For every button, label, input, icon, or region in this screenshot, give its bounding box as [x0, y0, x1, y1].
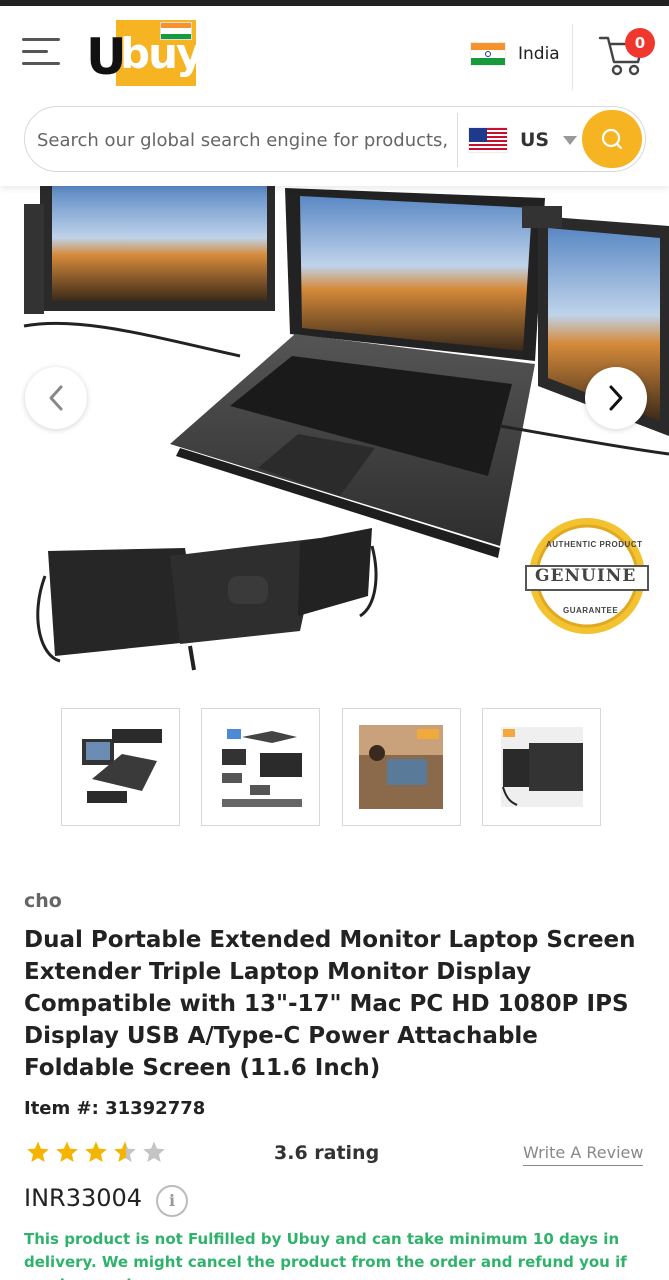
write-review-link[interactable]: Write A Review — [523, 1143, 644, 1166]
thumbnail-strip — [61, 708, 621, 826]
us-flag-icon — [468, 127, 508, 153]
thumbnail-3[interactable] — [342, 708, 461, 826]
product-brand[interactable]: cho — [24, 890, 62, 912]
product-image-carousel[interactable]: AUTHENTIC PRODUCT GENUINE GUARANTEE — [0, 186, 669, 686]
india-flag-icon — [470, 42, 506, 66]
item-number: Item #: 31392778 — [24, 1098, 206, 1119]
ubuy-logo[interactable]: U buy — [86, 20, 203, 88]
country-name: India — [518, 44, 560, 64]
thumbnail-4[interactable] — [482, 708, 601, 826]
rating-text: 3.6 rating — [274, 1142, 380, 1164]
india-flag-icon — [160, 22, 192, 40]
thumbnail-2[interactable] — [201, 708, 320, 826]
chevron-left-icon — [49, 385, 63, 411]
badge-main-text: GENUINE — [535, 566, 637, 586]
search-input[interactable] — [37, 121, 452, 159]
thumbnail-1[interactable] — [61, 708, 180, 826]
star-empty-icon — [143, 1141, 165, 1162]
country-selector[interactable]: India — [470, 40, 560, 68]
chevron-right-icon — [609, 385, 623, 411]
carousel-prev-button[interactable] — [25, 367, 87, 429]
star-rating — [26, 1140, 171, 1164]
cart-count-badge: 0 — [625, 28, 655, 58]
info-icon[interactable]: i — [156, 1185, 188, 1217]
store-label: US — [520, 129, 550, 151]
header-divider — [572, 24, 573, 90]
badge-top-text: AUTHENTIC PRODUCT — [546, 540, 643, 549]
star-full-icon — [56, 1141, 78, 1162]
site-header: U buy India 0 US — [0, 6, 669, 186]
product-title: Dual Portable Extended Monitor Laptop Sc… — [24, 927, 636, 1081]
caret-down-icon — [563, 135, 578, 145]
store-selector[interactable]: US — [468, 121, 583, 159]
badge-bottom-text: GUARANTEE — [563, 606, 619, 615]
star-half-icon — [114, 1141, 136, 1162]
search-button[interactable] — [582, 110, 642, 168]
product-price: INR33004 — [24, 1184, 143, 1212]
carousel-next-button[interactable] — [585, 367, 647, 429]
star-full-icon — [27, 1141, 49, 1162]
search-bar: US — [24, 106, 646, 172]
search-divider — [457, 113, 458, 167]
search-icon — [601, 128, 623, 150]
hamburger-menu-icon[interactable] — [22, 38, 60, 68]
fulfillment-notice: This product is not Fulfilled by Ubuy an… — [24, 1230, 627, 1280]
star-full-icon — [85, 1141, 107, 1162]
